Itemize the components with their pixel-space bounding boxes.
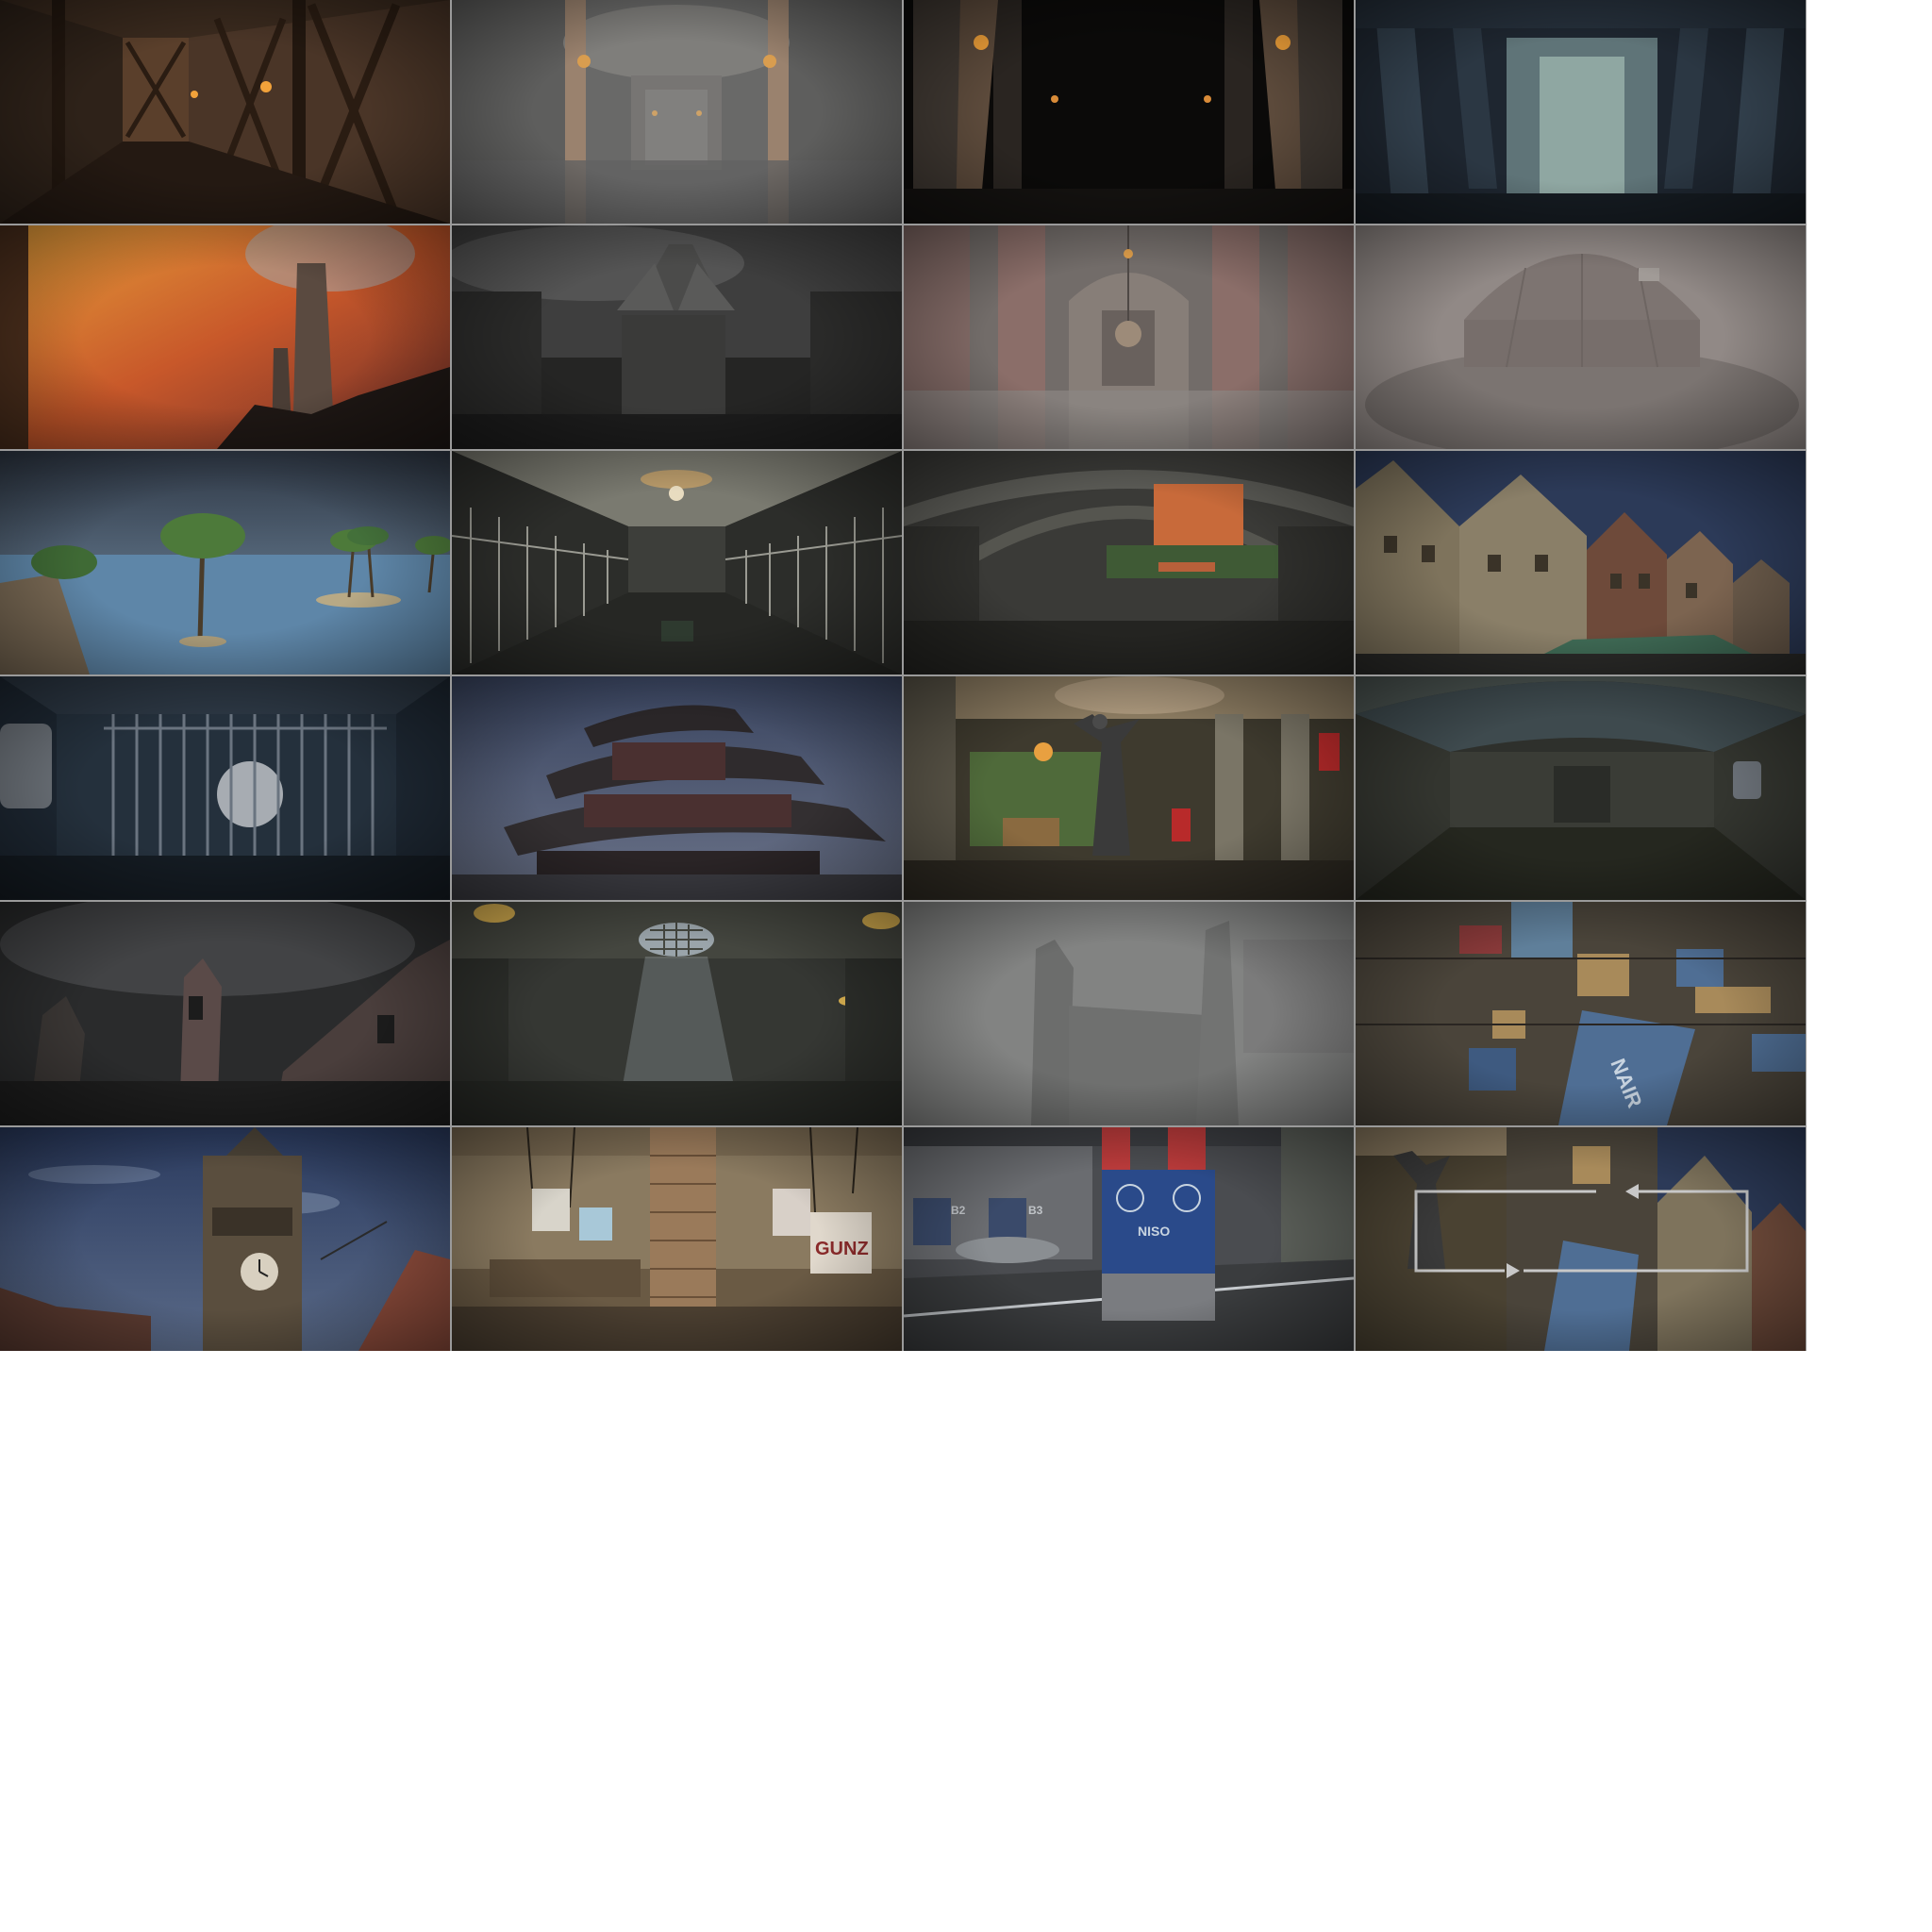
bay-label-b3: B3	[1028, 1204, 1043, 1217]
map-thumbnail-dome-fog[interactable]	[1356, 225, 1806, 449]
wooden-warehouse-scene: GUNZ	[452, 1127, 902, 1351]
map-thumbnail-blue-hall[interactable]	[1356, 0, 1806, 224]
map-thumbnail-medieval-town[interactable]	[1356, 451, 1806, 675]
fan-icon	[1733, 761, 1761, 799]
collage-scene	[1356, 1127, 1806, 1351]
map-thumbnail-stone-hall[interactable]	[452, 0, 902, 224]
map-thumbnail-marble-hall[interactable]	[904, 225, 1354, 449]
prison-corridor-scene	[452, 451, 902, 675]
sewer-bars-scene	[0, 676, 450, 900]
stone-arena-scene	[904, 451, 1354, 675]
map-thumbnail-stone-arena[interactable]	[904, 451, 1354, 675]
map-thumbnail-fiery-sky[interactable]	[0, 225, 450, 449]
fan-icon	[0, 724, 52, 808]
palm-island-scene	[0, 451, 450, 675]
chandelier-icon	[1034, 742, 1053, 761]
pagoda-scene	[452, 676, 902, 900]
timber-corridor-scene	[0, 0, 450, 224]
map-thumbnail-dragon-fortress[interactable]	[452, 225, 902, 449]
map-thumbnail-collage[interactable]	[1356, 1127, 1806, 1351]
fuel-tank-icon	[956, 1237, 1059, 1263]
dragon-fortress-scene	[452, 225, 902, 449]
map-thumbnail-dark-hall[interactable]	[904, 0, 1354, 224]
container-icon	[1511, 902, 1573, 958]
map-thumbnail-pagoda[interactable]	[452, 676, 902, 900]
torch-icon	[260, 81, 272, 92]
dark-hall-scene	[904, 0, 1354, 224]
moon-icon	[217, 761, 283, 827]
map-thumbnail-sewer-bars[interactable]	[0, 676, 450, 900]
lamp-icon	[474, 904, 515, 923]
map-thumbnail-foggy-tower[interactable]	[904, 902, 1354, 1125]
blue-hall-scene	[1356, 0, 1806, 224]
map-thumbnail-ruined-castle[interactable]	[0, 902, 450, 1125]
banner-icon	[1319, 733, 1340, 771]
poster-icon	[532, 1189, 570, 1231]
clock-tower-scene	[0, 1127, 450, 1351]
skylight-hall-scene	[452, 902, 902, 1125]
crate-text: NISO	[1138, 1224, 1170, 1239]
hangar-crate-scene: B2 B3 NISO	[904, 1127, 1354, 1351]
map-thumbnail-stone-tunnel[interactable]	[1356, 676, 1806, 900]
map-thumbnail-container-yard[interactable]: NAIR	[1356, 902, 1806, 1125]
bay-label-b2: B2	[951, 1204, 966, 1217]
container-yard-scene: NAIR	[1356, 902, 1806, 1125]
medieval-town-scene	[1356, 451, 1806, 675]
map-thumbnail-cathedral[interactable]	[904, 676, 1354, 900]
stone-tunnel-scene	[1356, 676, 1806, 900]
poster-text: GUNZ	[815, 1239, 869, 1259]
map-thumbnail-hangar-crate[interactable]: B2 B3 NISO	[904, 1127, 1354, 1351]
torch-icon	[974, 35, 989, 50]
map-thumbnail-clock-tower[interactable]	[0, 1127, 450, 1351]
map-thumbnail-timber-corridor[interactable]	[0, 0, 450, 224]
marble-hall-scene	[904, 225, 1354, 449]
ruined-castle-scene	[0, 902, 450, 1125]
map-thumbnail-skylight-hall[interactable]	[452, 902, 902, 1125]
stone-hall-scene	[452, 0, 902, 224]
map-thumbnail-prison-corridor[interactable]	[452, 451, 902, 675]
cathedral-scene	[904, 676, 1354, 900]
clock-tower	[203, 1156, 302, 1351]
map-thumbnail-sheet: NAIR GUNZ B2 B3 NISO	[0, 0, 1807, 1351]
foggy-tower-scene	[904, 902, 1354, 1125]
map-thumbnail-wooden-warehouse[interactable]: GUNZ	[452, 1127, 902, 1351]
map-thumbnail-palm-island[interactable]	[0, 451, 450, 675]
fiery-sky-scene	[0, 225, 450, 449]
dome-fog-scene	[1356, 225, 1806, 449]
crate-icon	[1102, 1170, 1215, 1274]
